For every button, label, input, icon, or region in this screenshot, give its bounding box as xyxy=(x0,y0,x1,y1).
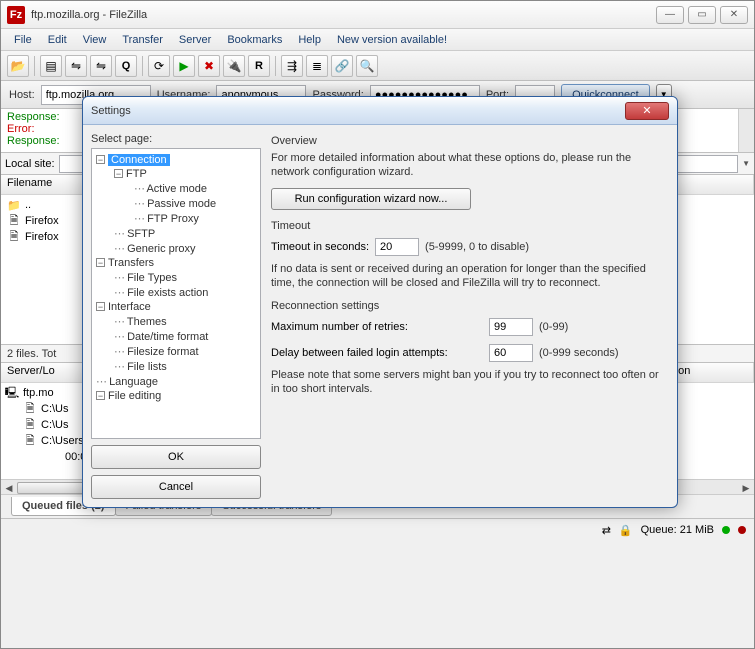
scroll-left-icon[interactable]: ◀ xyxy=(1,480,17,496)
dialog-close-button[interactable]: ✕ xyxy=(625,102,669,120)
tree-sftp[interactable]: ⋯ SFTP xyxy=(94,226,258,241)
timeout-seconds-label: Timeout in seconds: xyxy=(271,241,369,253)
tree-themes[interactable]: ⋯ Themes xyxy=(94,314,258,329)
tree-file-types[interactable]: ⋯ File Types xyxy=(94,270,258,285)
toggle-local-tree-icon[interactable]: ⇋ xyxy=(65,55,87,77)
dialog-titlebar: Settings ✕ xyxy=(83,97,677,125)
toggle-remote-tree-icon[interactable]: ⇋ xyxy=(90,55,112,77)
window-controls: — ▭ ✕ xyxy=(656,6,748,24)
timeout-label: Timeout xyxy=(271,220,665,232)
toggle-log-icon[interactable]: ▤ xyxy=(40,55,62,77)
dialog-right-panel: Overview For more detailed information a… xyxy=(267,133,669,499)
statusbar: ⇄ 🔒 Queue: 21 MiB xyxy=(1,519,754,541)
refresh-icon[interactable]: ⟳ xyxy=(148,55,170,77)
status-led-green xyxy=(722,526,730,534)
cancel-button[interactable]: Cancel xyxy=(91,475,261,499)
delay-input[interactable] xyxy=(489,344,533,362)
overview-desc: For more detailed information about what… xyxy=(271,151,665,180)
site-manager-icon[interactable]: 📂 xyxy=(7,55,29,77)
process-queue-icon[interactable]: ▶ xyxy=(173,55,195,77)
menu-help[interactable]: Help xyxy=(291,32,328,48)
lock-icon: 🔒 xyxy=(619,524,633,537)
menu-edit[interactable]: Edit xyxy=(41,32,74,48)
timeout-range: (5-9999, 0 to disable) xyxy=(425,241,529,253)
server-icon: 🖳 xyxy=(5,386,19,400)
window-title: ftp.mozilla.org - FileZilla xyxy=(31,9,656,21)
tree-ftp-proxy[interactable]: ⋯ FTP Proxy xyxy=(94,211,258,226)
tree-interface[interactable]: −Interface xyxy=(94,300,258,314)
tree-ftp[interactable]: −FTP xyxy=(94,167,258,181)
tree-generic-proxy[interactable]: ⋯ Generic proxy xyxy=(94,241,258,256)
ok-button[interactable]: OK xyxy=(91,445,261,469)
dialog-left-panel: Select page: −Connection −FTP ⋯ Active m… xyxy=(91,133,261,499)
timeout-desc: If no data is sent or received during an… xyxy=(271,262,665,291)
file-icon: 🗎 xyxy=(23,418,37,432)
toggle-queue-icon[interactable]: Q xyxy=(115,55,137,77)
dropdown-icon[interactable]: ▼ xyxy=(742,159,750,168)
retries-input[interactable] xyxy=(489,318,533,336)
minimize-button[interactable]: — xyxy=(656,6,684,24)
tree-transfers[interactable]: −Transfers xyxy=(94,256,258,270)
reconnection-desc: Please note that some servers might ban … xyxy=(271,368,665,397)
retries-range: (0-99) xyxy=(539,321,568,333)
tree-file-lists[interactable]: ⋯ File lists xyxy=(94,359,258,374)
settings-dialog: Settings ✕ Select page: −Connection −FTP… xyxy=(82,96,678,508)
filter-icon[interactable]: ⇶ xyxy=(281,55,303,77)
maximize-button[interactable]: ▭ xyxy=(688,6,716,24)
scroll-right-icon[interactable]: ▶ xyxy=(738,480,754,496)
menu-bookmarks[interactable]: Bookmarks xyxy=(220,32,289,48)
menu-server[interactable]: Server xyxy=(172,32,218,48)
run-wizard-button[interactable]: Run configuration wizard now... xyxy=(271,188,471,210)
tree-connection[interactable]: −Connection xyxy=(94,153,258,167)
file-icon: 🗎 xyxy=(23,402,37,416)
toolbar: 📂 ▤ ⇋ ⇋ Q ⟳ ▶ ✖ 🔌 R ⇶ ≣ 🔗 🔍 xyxy=(1,51,754,81)
overview-label: Overview xyxy=(271,135,665,147)
tree-passive-mode[interactable]: ⋯ Passive mode xyxy=(94,196,258,211)
folder-icon: 📁 xyxy=(7,198,21,212)
tree-active-mode[interactable]: ⋯ Active mode xyxy=(94,181,258,196)
app-icon: Fz xyxy=(7,6,25,24)
menubar: File Edit View Transfer Server Bookmarks… xyxy=(1,29,754,51)
delay-range: (0-999 seconds) xyxy=(539,347,619,359)
log-scrollbar[interactable] xyxy=(738,109,754,152)
network-icon: ⇄ xyxy=(602,524,611,537)
reconnection-label: Reconnection settings xyxy=(271,300,665,312)
search-icon[interactable]: 🔍 xyxy=(356,55,378,77)
sync-browse-icon[interactable]: 🔗 xyxy=(331,55,353,77)
file-icon: 🗎 xyxy=(23,434,37,448)
host-label: Host: xyxy=(9,89,35,101)
dialog-title: Settings xyxy=(91,105,625,117)
cancel-icon[interactable]: ✖ xyxy=(198,55,220,77)
status-led-red xyxy=(738,526,746,534)
file-icon: 🗎 xyxy=(7,214,21,228)
file-icon: 🗎 xyxy=(7,230,21,244)
tree-language[interactable]: ⋯ Language xyxy=(94,374,258,389)
local-site-label: Local site: xyxy=(5,158,55,170)
menu-transfer[interactable]: Transfer xyxy=(115,32,170,48)
menu-view[interactable]: View xyxy=(76,32,114,48)
titlebar: Fz ftp.mozilla.org - FileZilla — ▭ ✕ xyxy=(1,1,754,29)
timeout-input[interactable] xyxy=(375,238,419,256)
select-page-label: Select page: xyxy=(91,133,261,145)
tree-file-editing[interactable]: −File editing xyxy=(94,389,258,403)
compare-icon[interactable]: ≣ xyxy=(306,55,328,77)
settings-tree[interactable]: −Connection −FTP ⋯ Active mode ⋯ Passive… xyxy=(91,148,261,439)
tree-filesize[interactable]: ⋯ Filesize format xyxy=(94,344,258,359)
tree-file-exists[interactable]: ⋯ File exists action xyxy=(94,285,258,300)
delay-label: Delay between failed login attempts: xyxy=(271,347,483,359)
reconnect-icon[interactable]: R xyxy=(248,55,270,77)
disconnect-icon[interactable]: 🔌 xyxy=(223,55,245,77)
retries-label: Maximum number of retries: xyxy=(271,321,483,333)
queue-status: Queue: 21 MiB xyxy=(641,524,714,536)
menu-new-version[interactable]: New version available! xyxy=(330,32,454,48)
close-button[interactable]: ✕ xyxy=(720,6,748,24)
tree-datetime[interactable]: ⋯ Date/time format xyxy=(94,329,258,344)
menu-file[interactable]: File xyxy=(7,32,39,48)
